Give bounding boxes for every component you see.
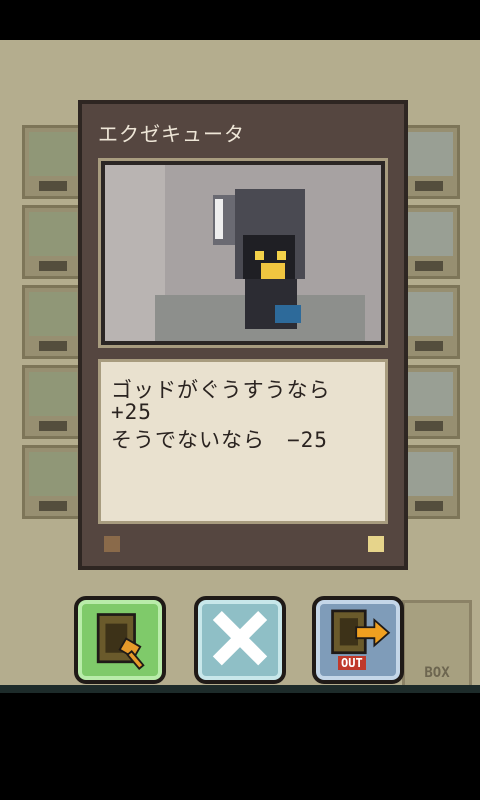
executor-art — [105, 165, 381, 341]
close-icon — [212, 611, 268, 666]
card-detail: エクゼキュータ ゴッドがぐうすうなら +25 そうでないなら −25 — [78, 100, 408, 570]
collection-slot[interactable] — [22, 125, 84, 199]
portrait — [405, 452, 453, 496]
slot-tag — [39, 341, 67, 351]
card-stamp-icon — [96, 613, 145, 670]
slot-tag — [415, 421, 443, 431]
slot-tag — [39, 261, 67, 271]
effect-line-3: そうでないなら −25 — [111, 428, 328, 452]
box-slot[interactable]: BOX — [402, 600, 472, 690]
discard-out-button[interactable]: OUT — [312, 596, 404, 684]
box-label: BOX — [424, 665, 450, 681]
card-title: エクゼキュータ — [98, 122, 245, 146]
corner-gem-left — [104, 536, 120, 552]
card-art-frame — [98, 158, 388, 348]
corner-gem-right — [368, 536, 384, 552]
portrait — [405, 292, 453, 336]
slot-tag — [39, 181, 67, 191]
slot-tag — [39, 501, 67, 511]
slot-tag — [415, 341, 443, 351]
collection-slot[interactable] — [22, 445, 84, 519]
portrait — [405, 212, 453, 256]
navigation-bar — [0, 685, 480, 800]
collection-slot[interactable] — [22, 285, 84, 359]
out-label: OUT — [338, 656, 366, 670]
status-bar — [0, 0, 480, 40]
portrait — [29, 372, 77, 416]
slot-tag — [415, 261, 443, 271]
portrait — [29, 212, 77, 256]
card-effect-text: ゴッドがぐうすうなら +25 そうでないなら −25 — [98, 359, 388, 524]
collection-slot[interactable] — [22, 205, 84, 279]
portrait — [405, 132, 453, 176]
game-screen: BOX エクゼキュータ ゴッドがぐうすうなら +25 そうでないなら −25 O… — [0, 40, 480, 690]
portrait — [29, 292, 77, 336]
effect-line-2: +25 — [111, 400, 152, 424]
slot-tag — [415, 501, 443, 511]
portrait — [29, 452, 77, 496]
portrait — [29, 132, 77, 176]
collection-slot[interactable] — [22, 365, 84, 439]
slot-tag — [415, 181, 443, 191]
slot-tag — [39, 421, 67, 431]
portrait — [405, 372, 453, 416]
use-card-button[interactable] — [74, 596, 166, 684]
cancel-button[interactable] — [194, 596, 286, 684]
